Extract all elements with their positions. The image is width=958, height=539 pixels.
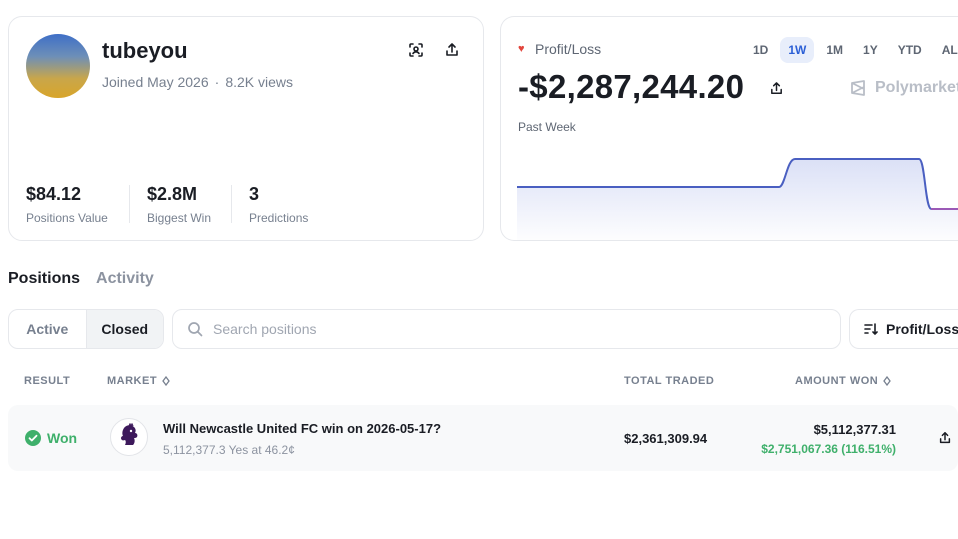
stat-biggest-win: $2.8M Biggest Win <box>147 184 211 225</box>
profile-tabs: Positions Activity <box>8 270 154 288</box>
separator-dot: · <box>214 74 220 90</box>
time-range-selector: 1D 1W 1M 1Y YTD ALL <box>745 37 958 63</box>
share-icon <box>939 432 951 444</box>
result-won: Won <box>25 430 77 446</box>
market-subtitle: 5,112,377.3 Yes at 46.2¢ <box>163 443 295 457</box>
result-label: Won <box>47 430 78 446</box>
table-row[interactable]: Won Will Newcastle United FC win on 2026… <box>8 405 958 471</box>
username: tubeyou <box>102 38 188 63</box>
pnl-value: -$2,287,244.20 <box>518 68 745 105</box>
range-1m[interactable]: 1M <box>818 37 851 63</box>
tab-activity[interactable]: Activity <box>96 270 154 288</box>
share-button[interactable] <box>441 39 463 61</box>
row-share-button[interactable] <box>934 427 956 449</box>
profile-card: tubeyou Joined May 2026 · 8.2K views $84.1… <box>8 16 484 241</box>
search-icon <box>188 322 203 337</box>
brand-name: Polymarket <box>875 79 958 96</box>
sort-toggle-icon <box>162 376 170 386</box>
range-1y[interactable]: 1Y <box>855 37 886 63</box>
sort-button[interactable]: Profit/Loss <box>849 309 958 349</box>
sort-label: Profit/Loss <box>886 321 958 337</box>
pnl-share-button[interactable] <box>765 77 787 99</box>
gain-value: $2,751,067.36 (116.51%) <box>761 442 896 456</box>
header-result-label: RESULT <box>24 375 71 387</box>
pnl-period: Past Week <box>518 120 576 134</box>
check-circle-icon <box>25 430 41 446</box>
range-1w[interactable]: 1W <box>780 37 815 63</box>
filter-active[interactable]: Active <box>9 310 86 348</box>
stat-positions-value: $84.12 Positions Value <box>26 184 108 225</box>
profit-loss-card: ♥ Profit/Loss 1D 1W 1M 1Y YTD ALL -$2,28… <box>500 16 958 241</box>
header-total-traded-label: TOTAL TRADED <box>624 375 715 387</box>
stat-label: Predictions <box>249 211 309 225</box>
header-amount-won[interactable]: AMOUNT WON <box>795 375 892 387</box>
sort-toggle-icon <box>883 376 892 386</box>
share-icon <box>770 81 782 94</box>
market-title[interactable]: Will Newcastle United FC win on 2026-05-… <box>163 421 441 436</box>
polymarket-brand: Polymarket <box>849 79 958 97</box>
stat-divider <box>231 185 232 223</box>
stat-value: $84.12 <box>26 184 82 204</box>
search-input[interactable] <box>213 321 813 337</box>
status-filter: Active Closed <box>8 309 164 349</box>
tab-positions[interactable]: Positions <box>8 270 80 288</box>
scan-button[interactable] <box>405 39 427 61</box>
share-icon <box>446 43 458 56</box>
pnl-header: ♥ Profit/Loss <box>518 41 601 57</box>
premier-league-lion-icon <box>121 423 138 445</box>
pnl-chart <box>517 158 958 240</box>
search-box <box>172 309 841 349</box>
pnl-area <box>517 159 958 240</box>
avatar <box>26 34 90 98</box>
view-count: 8.2K views <box>225 74 294 90</box>
market-logo <box>110 418 148 456</box>
header-amount-won-label: AMOUNT WON <box>795 375 879 387</box>
joined-info: Joined May 2026 · 8.2K views <box>102 74 293 90</box>
joined-date: Joined May 2026 <box>102 74 209 90</box>
pnl-label: Profit/Loss <box>535 41 602 57</box>
heart-icon: ♥ <box>518 43 525 55</box>
range-all[interactable]: ALL <box>934 37 958 63</box>
range-ytd[interactable]: YTD <box>890 37 930 63</box>
range-1d[interactable]: 1D <box>745 37 776 63</box>
stat-value: 3 <box>249 184 260 204</box>
stat-divider <box>129 185 130 223</box>
header-market-label: MARKET <box>107 375 158 387</box>
scan-icon <box>409 43 423 57</box>
header-market[interactable]: MARKET <box>107 375 171 387</box>
filter-closed[interactable]: Closed <box>85 310 163 348</box>
sort-icon <box>864 323 878 336</box>
stat-label: Biggest Win <box>147 211 212 225</box>
header-total-traded: TOTAL TRADED <box>624 375 714 387</box>
amount-won-value: $5,112,377.31 <box>813 422 896 437</box>
stat-label: Positions Value <box>26 211 108 225</box>
stat-predictions: 3 Predictions <box>249 184 308 225</box>
polymarket-logo-icon <box>851 80 865 96</box>
total-traded-value: $2,361,309.94 <box>624 431 708 446</box>
header-result: RESULT <box>24 375 70 387</box>
stat-value: $2.8M <box>147 184 198 204</box>
